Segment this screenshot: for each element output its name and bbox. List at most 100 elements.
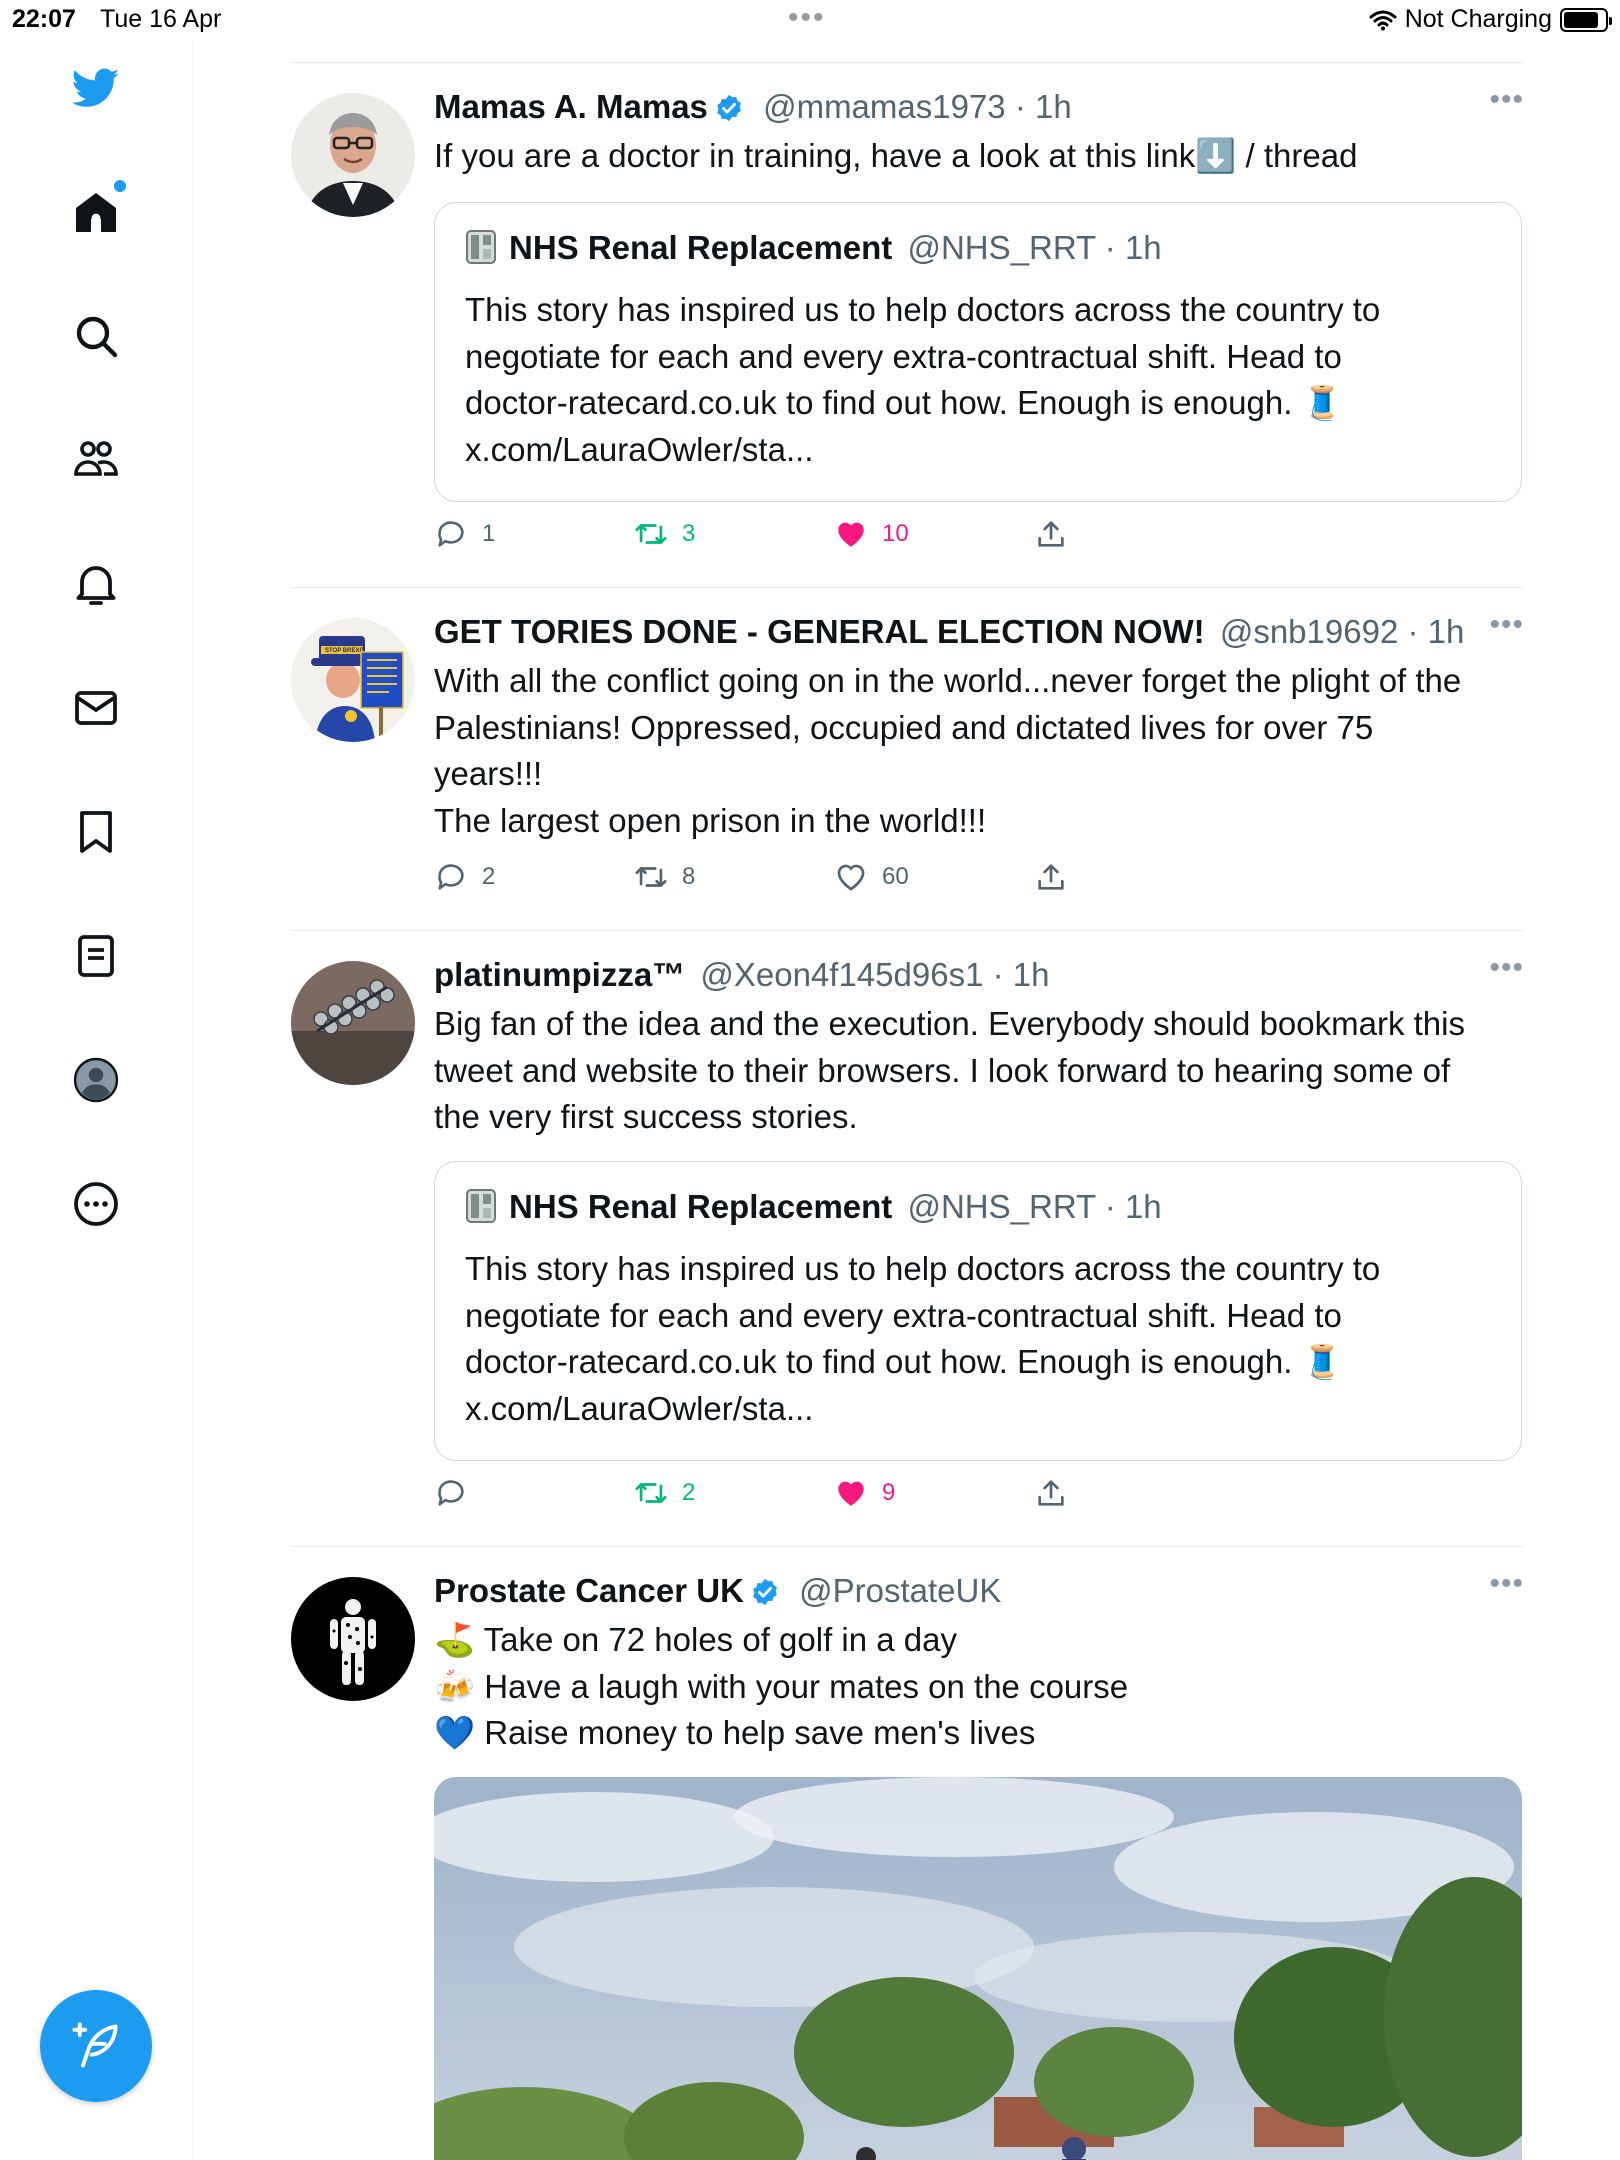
reply-button[interactable]: 1 bbox=[434, 517, 495, 551]
retweet-button[interactable]: 3 bbox=[634, 517, 695, 551]
verified-badge-icon bbox=[753, 1578, 777, 1606]
tweet-more-icon[interactable]: ••• bbox=[1489, 608, 1524, 642]
retweet-icon bbox=[635, 524, 667, 544]
quote-tweet[interactable]: NHS Renal Replacement @NHS_RRT · 1h This… bbox=[434, 202, 1522, 502]
sidebar bbox=[0, 40, 193, 2160]
tweet-text: If you are a doctor in training, have a … bbox=[434, 137, 1358, 174]
tweet-actions: 2 9 bbox=[434, 1476, 1134, 1516]
retweet-icon bbox=[635, 1483, 667, 1503]
author-name[interactable]: Prostate Cancer UK bbox=[434, 1572, 744, 1609]
twitter-bird-icon[interactable] bbox=[60, 52, 132, 124]
like-count: 9 bbox=[882, 1479, 896, 1506]
status-right: Not Charging bbox=[1369, 5, 1612, 34]
retweet-button[interactable]: 8 bbox=[634, 860, 695, 894]
tweet[interactable]: Prostate Cancer UK @ProstateUK ⛳ Take on… bbox=[291, 1546, 1524, 2160]
tweet-actions: 2 8 60 bbox=[434, 860, 1134, 900]
tweet-more-icon[interactable]: ••• bbox=[1489, 83, 1524, 117]
lists-icon[interactable] bbox=[60, 920, 132, 992]
reply-count: 2 bbox=[482, 863, 496, 890]
tweet-header: GET TORIES DONE - GENERAL ELECTION NOW! … bbox=[434, 610, 1522, 654]
avatar[interactable] bbox=[291, 1577, 415, 1701]
retweet-count: 2 bbox=[682, 1479, 696, 1506]
tweet[interactable]: Mamas A. Mamas @mmamas1973 · 1h If you a… bbox=[291, 62, 1524, 587]
tweet-text: ⛳ Take on 72 holes of golf in a day 🍻 Ha… bbox=[434, 1621, 1129, 1751]
bookmark-icon[interactable] bbox=[60, 796, 132, 868]
tweet-text: With all the conflict going on in the wo… bbox=[434, 662, 1462, 839]
reply-button[interactable]: 2 bbox=[434, 860, 495, 894]
author-name[interactable]: platinumpizza™ bbox=[434, 956, 685, 993]
like-button[interactable]: 10 bbox=[834, 517, 909, 551]
like-button[interactable]: 9 bbox=[834, 1476, 895, 1510]
author-name[interactable]: Mamas A. Mamas bbox=[434, 88, 708, 125]
communities-icon[interactable] bbox=[60, 424, 132, 496]
retweet-button[interactable]: 2 bbox=[634, 1476, 695, 1510]
like-button[interactable]: 60 bbox=[834, 860, 909, 894]
like-count: 60 bbox=[882, 863, 909, 890]
reply-icon bbox=[438, 1480, 464, 1506]
reply-icon bbox=[438, 521, 464, 547]
verified-badge-icon bbox=[717, 94, 741, 122]
author-handle[interactable]: @mmamas1973 · 1h bbox=[763, 88, 1072, 125]
tweet[interactable]: STOP BREXIT GET TORIES DONE - GENERAL EL… bbox=[291, 587, 1524, 930]
timeline: Mamas A. Mamas @mmamas1973 · 1h If you a… bbox=[291, 62, 1524, 2160]
author-handle[interactable]: @Xeon4f145d96s1 · 1h bbox=[700, 956, 1049, 993]
like-count: 10 bbox=[882, 520, 909, 547]
compose-feather-icon bbox=[72, 2022, 118, 2068]
reply-icon bbox=[438, 864, 464, 890]
reply-count: 1 bbox=[482, 520, 496, 547]
quote-author-name[interactable]: NHS Renal Replacement bbox=[509, 229, 892, 266]
battery-status-text: Not Charging bbox=[1404, 5, 1552, 33]
home-icon[interactable] bbox=[60, 176, 132, 248]
avatar[interactable] bbox=[291, 961, 415, 1085]
status-time: 22:07 bbox=[12, 5, 76, 33]
tweet-media-golf-image[interactable] bbox=[434, 1777, 1522, 2160]
wifi-icon bbox=[1369, 10, 1397, 30]
quote-author-name[interactable]: NHS Renal Replacement bbox=[509, 1188, 892, 1225]
share-button[interactable] bbox=[1034, 1476, 1068, 1510]
tweet-actions: 1 3 10 bbox=[434, 517, 1134, 557]
avatar[interactable]: STOP BREXIT bbox=[291, 618, 415, 742]
more-circle-icon[interactable] bbox=[60, 1168, 132, 1240]
share-button[interactable] bbox=[1034, 517, 1068, 551]
retweet-count: 3 bbox=[682, 520, 696, 547]
multitasking-dots-icon[interactable]: ••• bbox=[788, 1, 826, 35]
quote-text: This story has inspired us to help docto… bbox=[465, 1250, 1381, 1427]
avatar[interactable] bbox=[291, 93, 415, 217]
battery-icon bbox=[1560, 7, 1612, 32]
author-name[interactable]: GET TORIES DONE - GENERAL ELECTION NOW! bbox=[434, 613, 1205, 650]
nhs-rrt-avatar-icon bbox=[466, 230, 496, 264]
status-bar: 22:07 Tue 16 Apr ••• Not Charging bbox=[0, 0, 1620, 40]
profile-icon[interactable] bbox=[60, 1044, 132, 1116]
tweet[interactable]: platinumpizza™ @Xeon4f145d96s1 · 1h Big … bbox=[291, 930, 1524, 1546]
compose-button[interactable] bbox=[40, 1990, 152, 2102]
retweet-icon bbox=[635, 867, 667, 887]
tweet-header: Prostate Cancer UK @ProstateUK bbox=[434, 1569, 1522, 1613]
share-button[interactable] bbox=[1034, 860, 1068, 894]
search-icon[interactable] bbox=[60, 300, 132, 372]
mail-icon[interactable] bbox=[60, 672, 132, 744]
reply-button[interactable] bbox=[434, 1476, 482, 1510]
retweet-count: 8 bbox=[682, 863, 696, 890]
quote-author-handle: @NHS_RRT · 1h bbox=[907, 1188, 1162, 1225]
tweet-header: Mamas A. Mamas @mmamas1973 · 1h bbox=[434, 85, 1522, 129]
heart-filled-icon bbox=[838, 1481, 864, 1506]
quote-author-handle: @NHS_RRT · 1h bbox=[907, 229, 1162, 266]
heart-outline-icon bbox=[837, 864, 865, 891]
quote-text: This story has inspired us to help docto… bbox=[465, 291, 1381, 468]
share-icon bbox=[1038, 864, 1064, 890]
svg-text:STOP BREXIT: STOP BREXIT bbox=[325, 648, 365, 654]
quote-tweet[interactable]: NHS Renal Replacement @NHS_RRT · 1h This… bbox=[434, 1161, 1522, 1461]
heart-filled-icon bbox=[838, 522, 864, 547]
tweet-more-icon[interactable]: ••• bbox=[1489, 1567, 1524, 1601]
tweet-text: Big fan of the idea and the execution. E… bbox=[434, 1005, 1465, 1135]
share-icon bbox=[1038, 1480, 1064, 1506]
notification-dot bbox=[114, 180, 126, 192]
nhs-rrt-avatar-icon bbox=[466, 1189, 496, 1223]
status-date: Tue 16 Apr bbox=[100, 5, 222, 33]
author-handle[interactable]: @ProstateUK bbox=[799, 1572, 1001, 1609]
tweet-header: platinumpizza™ @Xeon4f145d96s1 · 1h bbox=[434, 953, 1522, 997]
bell-icon[interactable] bbox=[60, 548, 132, 620]
tweet-more-icon[interactable]: ••• bbox=[1489, 951, 1524, 985]
share-icon bbox=[1038, 521, 1064, 547]
author-handle[interactable]: @snb19692 · 1h bbox=[1220, 613, 1465, 650]
